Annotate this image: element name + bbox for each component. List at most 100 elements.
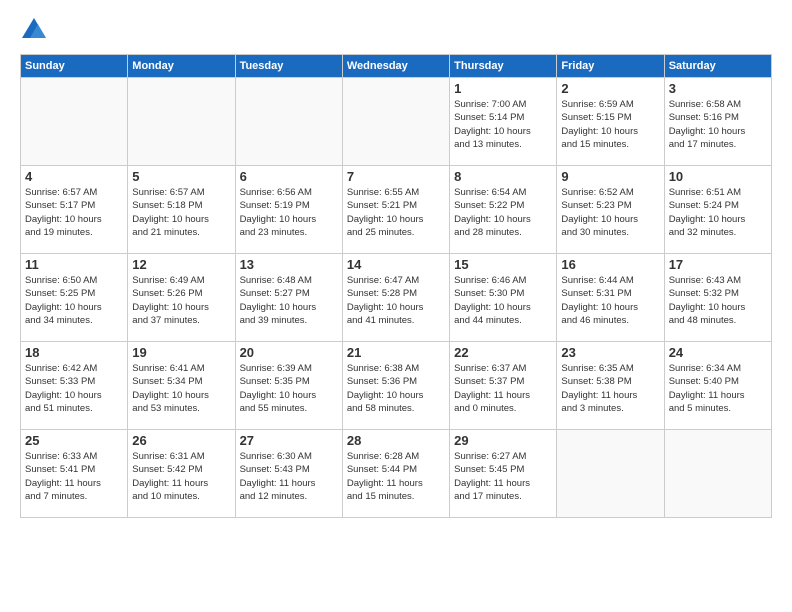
day-info: Sunrise: 6:37 AM Sunset: 5:37 PM Dayligh… (454, 362, 552, 415)
day-info: Sunrise: 6:46 AM Sunset: 5:30 PM Dayligh… (454, 274, 552, 327)
day-number: 16 (561, 257, 659, 272)
day-info: Sunrise: 6:34 AM Sunset: 5:40 PM Dayligh… (669, 362, 767, 415)
day-info: Sunrise: 6:31 AM Sunset: 5:42 PM Dayligh… (132, 450, 230, 503)
day-number: 13 (240, 257, 338, 272)
calendar-cell: 26 Sunrise: 6:31 AM Sunset: 5:42 PM Dayli… (128, 430, 235, 518)
calendar-table: SundayMondayTuesdayWednesdayThursdayFrid… (20, 54, 772, 518)
day-number: 18 (25, 345, 123, 360)
day-info: Sunrise: 6:35 AM Sunset: 5:38 PM Dayligh… (561, 362, 659, 415)
day-number: 4 (25, 169, 123, 184)
day-info: Sunrise: 6:43 AM Sunset: 5:32 PM Dayligh… (669, 274, 767, 327)
day-number: 27 (240, 433, 338, 448)
day-info: Sunrise: 6:52 AM Sunset: 5:23 PM Dayligh… (561, 186, 659, 239)
day-info: Sunrise: 6:55 AM Sunset: 5:21 PM Dayligh… (347, 186, 445, 239)
header-monday: Monday (128, 55, 235, 78)
day-number: 28 (347, 433, 445, 448)
calendar-cell: 11 Sunrise: 6:50 AM Sunset: 5:25 PM Dayli… (21, 254, 128, 342)
calendar-cell: 20 Sunrise: 6:39 AM Sunset: 5:35 PM Dayli… (235, 342, 342, 430)
day-number: 10 (669, 169, 767, 184)
logo-icon (20, 16, 48, 44)
calendar-cell: 27 Sunrise: 6:30 AM Sunset: 5:43 PM Dayli… (235, 430, 342, 518)
day-info: Sunrise: 6:33 AM Sunset: 5:41 PM Dayligh… (25, 450, 123, 503)
day-number: 9 (561, 169, 659, 184)
day-number: 12 (132, 257, 230, 272)
calendar-cell: 3 Sunrise: 6:58 AM Sunset: 5:16 PM Daylig… (664, 78, 771, 166)
day-number: 26 (132, 433, 230, 448)
header-friday: Friday (557, 55, 664, 78)
calendar-cell: 23 Sunrise: 6:35 AM Sunset: 5:38 PM Dayli… (557, 342, 664, 430)
day-number: 11 (25, 257, 123, 272)
calendar-cell: 8 Sunrise: 6:54 AM Sunset: 5:22 PM Daylig… (450, 166, 557, 254)
calendar-cell: 16 Sunrise: 6:44 AM Sunset: 5:31 PM Dayli… (557, 254, 664, 342)
day-number: 14 (347, 257, 445, 272)
calendar-cell: 14 Sunrise: 6:47 AM Sunset: 5:28 PM Dayli… (342, 254, 449, 342)
calendar-cell: 28Sunrise: 6:28 AM Sunset: 5:44 PM Dayli… (342, 430, 449, 518)
calendar-cell: 13 Sunrise: 6:48 AM Sunset: 5:27 PM Dayli… (235, 254, 342, 342)
day-number: 15 (454, 257, 552, 272)
calendar-cell: 19Sunrise: 6:41 AM Sunset: 5:34 PM Dayli… (128, 342, 235, 430)
calendar-cell (342, 78, 449, 166)
day-info: Sunrise: 6:54 AM Sunset: 5:22 PM Dayligh… (454, 186, 552, 239)
header-thursday: Thursday (450, 55, 557, 78)
day-info: Sunrise: 6:44 AM Sunset: 5:31 PM Dayligh… (561, 274, 659, 327)
day-number: 20 (240, 345, 338, 360)
calendar-week-0: 1 Sunrise: 7:00 AM Sunset: 5:14 PM Daylig… (21, 78, 772, 166)
day-number: 2 (561, 81, 659, 96)
day-info: Sunrise: 6:39 AM Sunset: 5:35 PM Dayligh… (240, 362, 338, 415)
day-info: Sunrise: 6:57 AM Sunset: 5:18 PM Dayligh… (132, 186, 230, 239)
day-number: 21 (347, 345, 445, 360)
calendar-cell (235, 78, 342, 166)
calendar-cell (557, 430, 664, 518)
day-number: 25 (25, 433, 123, 448)
day-info: Sunrise: 6:38 AM Sunset: 5:36 PM Dayligh… (347, 362, 445, 415)
calendar-cell: 15 Sunrise: 6:46 AM Sunset: 5:30 PM Dayli… (450, 254, 557, 342)
calendar-week-2: 11 Sunrise: 6:50 AM Sunset: 5:25 PM Dayli… (21, 254, 772, 342)
day-info: Sunrise: 6:56 AM Sunset: 5:19 PM Dayligh… (240, 186, 338, 239)
calendar-cell: 6 Sunrise: 6:56 AM Sunset: 5:19 PM Daylig… (235, 166, 342, 254)
calendar-cell: 10 Sunrise: 6:51 AM Sunset: 5:24 PM Dayli… (664, 166, 771, 254)
header (20, 16, 772, 44)
calendar-cell (21, 78, 128, 166)
header-saturday: Saturday (664, 55, 771, 78)
calendar-cell: 22 Sunrise: 6:37 AM Sunset: 5:37 PM Dayli… (450, 342, 557, 430)
calendar-week-3: 18Sunrise: 6:42 AM Sunset: 5:33 PM Dayli… (21, 342, 772, 430)
calendar-cell: 24 Sunrise: 6:34 AM Sunset: 5:40 PM Dayli… (664, 342, 771, 430)
calendar-cell: 25 Sunrise: 6:33 AM Sunset: 5:41 PM Dayli… (21, 430, 128, 518)
day-info: Sunrise: 6:41 AM Sunset: 5:34 PM Dayligh… (132, 362, 230, 415)
day-info: Sunrise: 6:47 AM Sunset: 5:28 PM Dayligh… (347, 274, 445, 327)
day-number: 29 (454, 433, 552, 448)
day-info: Sunrise: 7:00 AM Sunset: 5:14 PM Dayligh… (454, 98, 552, 151)
calendar-cell: 5 Sunrise: 6:57 AM Sunset: 5:18 PM Daylig… (128, 166, 235, 254)
day-info: Sunrise: 6:48 AM Sunset: 5:27 PM Dayligh… (240, 274, 338, 327)
calendar-cell: 2Sunrise: 6:59 AM Sunset: 5:15 PM Daylig… (557, 78, 664, 166)
header-tuesday: Tuesday (235, 55, 342, 78)
logo (20, 16, 52, 44)
calendar-cell: 29 Sunrise: 6:27 AM Sunset: 5:45 PM Dayli… (450, 430, 557, 518)
day-info: Sunrise: 6:58 AM Sunset: 5:16 PM Dayligh… (669, 98, 767, 151)
calendar-cell (128, 78, 235, 166)
day-number: 5 (132, 169, 230, 184)
day-number: 17 (669, 257, 767, 272)
day-info: Sunrise: 6:27 AM Sunset: 5:45 PM Dayligh… (454, 450, 552, 503)
day-info: Sunrise: 6:57 AM Sunset: 5:17 PM Dayligh… (25, 186, 123, 239)
day-info: Sunrise: 6:51 AM Sunset: 5:24 PM Dayligh… (669, 186, 767, 239)
calendar-cell: 17 Sunrise: 6:43 AM Sunset: 5:32 PM Dayli… (664, 254, 771, 342)
header-sunday: Sunday (21, 55, 128, 78)
calendar-cell: 9 Sunrise: 6:52 AM Sunset: 5:23 PM Daylig… (557, 166, 664, 254)
day-number: 23 (561, 345, 659, 360)
calendar-cell: 18Sunrise: 6:42 AM Sunset: 5:33 PM Dayli… (21, 342, 128, 430)
calendar-cell (664, 430, 771, 518)
calendar-header-row: SundayMondayTuesdayWednesdayThursdayFrid… (21, 55, 772, 78)
page-container: SundayMondayTuesdayWednesdayThursdayFrid… (0, 0, 792, 528)
day-info: Sunrise: 6:30 AM Sunset: 5:43 PM Dayligh… (240, 450, 338, 503)
day-number: 22 (454, 345, 552, 360)
day-info: Sunrise: 6:50 AM Sunset: 5:25 PM Dayligh… (25, 274, 123, 327)
day-number: 8 (454, 169, 552, 184)
calendar-week-1: 4 Sunrise: 6:57 AM Sunset: 5:17 PM Daylig… (21, 166, 772, 254)
day-number: 3 (669, 81, 767, 96)
day-number: 6 (240, 169, 338, 184)
day-number: 24 (669, 345, 767, 360)
day-info: Sunrise: 6:49 AM Sunset: 5:26 PM Dayligh… (132, 274, 230, 327)
day-number: 7 (347, 169, 445, 184)
day-number: 1 (454, 81, 552, 96)
